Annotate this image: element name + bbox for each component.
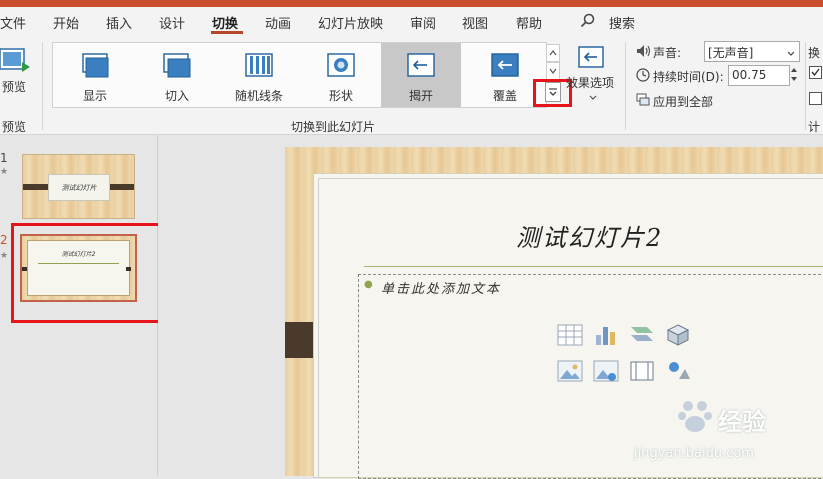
highlight-slide-thumbnail <box>11 223 170 323</box>
chevron-up-icon <box>549 50 557 56</box>
thumbnail-pane: 1 ★ 测试幻灯片 2 ★ 测试幻灯片2 <box>0 135 170 476</box>
title-bar-strip <box>0 0 823 7</box>
stepper-arrows-icon <box>791 68 797 81</box>
gallery-item-show[interactable]: 显示 <box>55 51 135 105</box>
insert-video-icon[interactable] <box>629 359 655 383</box>
menu-insert[interactable]: 插入 <box>106 13 132 32</box>
group-divider <box>625 42 626 130</box>
menu-home[interactable]: 开始 <box>53 13 79 32</box>
ribbon: 预览 预览 显示 切入 随机线条 形状 揭开 覆盖 效果选项 切换到此幻灯片 声… <box>0 36 823 135</box>
menu-bar: 文件 开始 插入 设计 切换 动画 幻灯片放映 审阅 视图 帮助 搜索 <box>0 7 823 36</box>
star-icon: ★ <box>0 251 9 261</box>
bullet-icon: ● <box>364 279 373 290</box>
on-click-checkbox[interactable] <box>809 66 822 79</box>
apply-all-button[interactable]: 应用到全部 <box>635 92 770 110</box>
check-icon <box>811 68 820 77</box>
thumbnail-title: 测试幻灯片 <box>61 184 97 192</box>
insert-smartart-icon[interactable] <box>629 323 655 347</box>
active-tab-indicator <box>211 31 243 34</box>
menu-animations[interactable]: 动画 <box>265 13 291 32</box>
preview-button[interactable]: 预览 <box>0 44 32 104</box>
chevron-down-icon <box>588 91 598 105</box>
gallery-scroll-up[interactable] <box>546 44 560 62</box>
transition-cut-icon <box>163 53 193 82</box>
watermark-logo <box>676 398 716 437</box>
duration-stepper[interactable] <box>789 65 799 84</box>
preview-icon <box>0 48 30 77</box>
star-icon: ★ <box>0 167 9 177</box>
gallery-item-cut[interactable]: 切入 <box>137 51 217 105</box>
chevron-down-icon <box>786 47 796 61</box>
menu-help[interactable]: 帮助 <box>516 13 542 32</box>
group-divider <box>42 42 43 130</box>
effect-options-icon <box>578 46 604 73</box>
body-placeholder-text: 单击此处添加文本 <box>381 282 502 297</box>
speaker-icon <box>636 44 652 61</box>
search-icon[interactable] <box>580 13 596 32</box>
insert-online-picture-icon[interactable] <box>593 359 619 383</box>
thumbnail-number: 2 <box>0 233 8 247</box>
effect-options-label: 效果选项 <box>566 76 615 90</box>
gallery-item-uncover[interactable]: 揭开 <box>381 43 461 107</box>
insert-picture-icon[interactable] <box>557 359 583 383</box>
thumbnail-card: 测试幻灯片 <box>48 174 110 201</box>
duration-input[interactable]: 00.75 <box>728 65 790 86</box>
gallery-label: 切入 <box>164 89 189 103</box>
apply-all-icon <box>636 93 650 110</box>
slide-thumbnail-1[interactable]: 测试幻灯片 <box>22 154 135 219</box>
preview-label: 预览 <box>2 80 27 94</box>
watermark-text: 经验 <box>718 408 766 436</box>
insert-icons-icon[interactable] <box>665 359 691 383</box>
menu-view[interactable]: 视图 <box>462 13 488 32</box>
title-divider <box>364 266 823 267</box>
group-divider <box>805 42 806 130</box>
transition-show-icon <box>82 53 110 82</box>
transition-cover-icon <box>491 53 519 82</box>
search-label[interactable]: 搜索 <box>609 13 635 32</box>
apply-all-label: 应用到全部 <box>653 95 714 109</box>
gallery-label: 随机线条 <box>234 89 283 103</box>
sound-label: 声音: <box>653 46 682 60</box>
transition-shape-icon <box>327 53 355 82</box>
clock-icon <box>636 68 650 85</box>
transition-uncover-icon <box>407 53 435 82</box>
gallery-item-shape[interactable]: 形状 <box>301 51 381 105</box>
gallery-label: 显示 <box>82 89 107 103</box>
duration-label: 持续时间(D): <box>653 70 724 84</box>
gallery-label: 形状 <box>328 89 353 103</box>
menu-transitions[interactable]: 切换 <box>212 13 238 32</box>
watermark-url: jingyan.baidu.com <box>634 446 754 461</box>
preview-group-label: 预览 <box>2 120 27 134</box>
slide-title[interactable]: 测试幻灯片2 <box>516 218 663 253</box>
menu-review[interactable]: 审阅 <box>410 13 436 32</box>
insert-table-icon[interactable] <box>557 323 583 347</box>
timing-group-label: 计 <box>808 120 821 134</box>
sound-select[interactable]: [无声音] <box>704 41 800 62</box>
effect-options-button[interactable]: 效果选项 <box>566 44 622 106</box>
gallery-label: 揭开 <box>408 89 433 103</box>
advance-slide-label: 换 <box>808 46 821 60</box>
gallery-item-random-bars[interactable]: 随机线条 <box>219 51 299 105</box>
transition-group-label: 切换到此幻灯片 <box>291 120 376 134</box>
gallery-scroll-down[interactable] <box>546 62 560 80</box>
menu-slideshow[interactable]: 幻灯片放映 <box>318 13 383 32</box>
chevron-down-icon <box>549 68 557 74</box>
after-checkbox[interactable] <box>809 92 822 105</box>
transition-gallery: 显示 切入 随机线条 形状 揭开 覆盖 <box>52 42 547 108</box>
transition-random-bars-icon <box>245 53 273 82</box>
duration-input-value: 00.75 <box>732 68 767 82</box>
menu-design[interactable]: 设计 <box>159 13 185 32</box>
insert-chart-icon[interactable] <box>593 323 619 347</box>
thumbnail-number: 1 <box>0 151 8 165</box>
insert-3d-model-icon[interactable] <box>665 323 691 347</box>
sound-select-value: [无声音] <box>708 46 754 60</box>
menu-file[interactable]: 文件 <box>0 13 26 32</box>
